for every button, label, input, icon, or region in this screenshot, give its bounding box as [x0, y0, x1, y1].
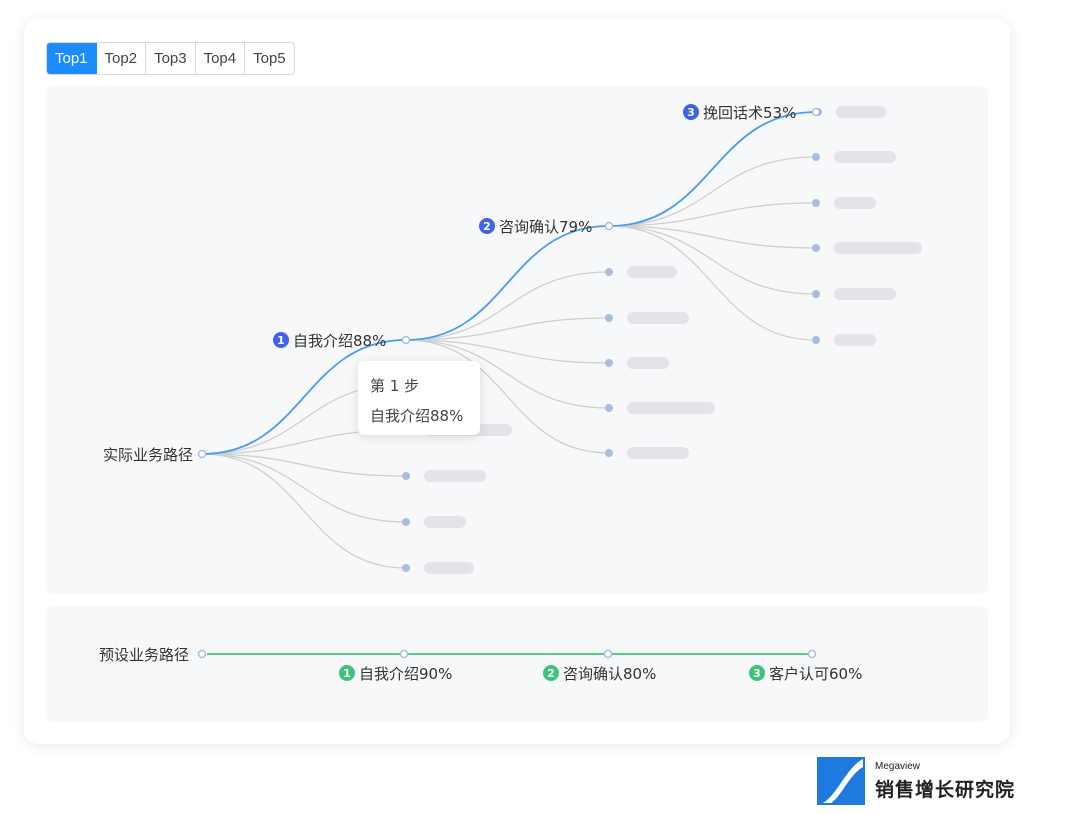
- path-tree-diagram: 实际业务路径 1 自我介绍88% 2 咨询确认79% 3 挽回话术53% 预设业…: [99, 104, 922, 683]
- step-1-label: 自我介绍88%: [293, 332, 386, 350]
- leaf-l2-2-dot[interactable]: [605, 314, 613, 322]
- leaf-l3-1-dot[interactable]: [812, 153, 820, 161]
- actual-root-node[interactable]: [197, 449, 207, 459]
- leaf-l2-2-placeholder: [627, 312, 689, 324]
- step-3-node[interactable]: [811, 107, 821, 117]
- step-2-label: 咨询确认79%: [499, 218, 592, 236]
- leaf-l2-5-placeholder: [627, 447, 689, 459]
- leaf-l2-3-dot[interactable]: [605, 359, 613, 367]
- branch-l1-5: [201, 453, 407, 569]
- leaf-l3-0-placeholder: [836, 106, 886, 118]
- leaf-l3-2-placeholder: [834, 197, 876, 209]
- step-1-node[interactable]: [401, 335, 411, 345]
- leaf-l2-3-placeholder: [627, 357, 669, 369]
- leaf-l3-4-placeholder: [834, 288, 896, 300]
- preset-step-1-node[interactable]: [399, 649, 409, 659]
- leaf-l3-3-placeholder: [834, 242, 922, 254]
- preset-badge-2-num: 2: [547, 667, 555, 680]
- highlight-segment-3: [608, 111, 817, 227]
- leaf-l1-5-dot[interactable]: [402, 564, 410, 572]
- leaf-l1-4-placeholder: [424, 516, 466, 528]
- step-tooltip: 第 1 步 自我介绍88%: [358, 361, 480, 435]
- leaf-l2-1-placeholder: [627, 266, 677, 278]
- preset-step-2-node[interactable]: [603, 649, 613, 659]
- tooltip-value: 自我介绍88%: [370, 407, 464, 425]
- tooltip-title: 第 1 步: [370, 377, 420, 395]
- leaf-l2-4-dot[interactable]: [605, 404, 613, 412]
- step-3-label: 挽回话术53%: [703, 104, 796, 122]
- leaf-l3-5-dot[interactable]: [812, 336, 820, 344]
- leaf-l2-5-dot[interactable]: [605, 449, 613, 457]
- leaf-l3-2-dot[interactable]: [812, 199, 820, 207]
- leaf-l1-4-dot[interactable]: [402, 518, 410, 526]
- preset-root-node[interactable]: [197, 649, 207, 659]
- step-badge-2-num: 2: [483, 220, 491, 233]
- leaf-l2-4-placeholder: [627, 402, 715, 414]
- leaf-l3-3-dot[interactable]: [812, 244, 820, 252]
- leaf-l3-1-placeholder: [834, 151, 896, 163]
- highlight-path: [201, 111, 817, 455]
- branch-l3-3: [608, 225, 817, 249]
- preset-step-3-node[interactable]: [807, 649, 817, 659]
- megaview-logo-icon: [817, 757, 865, 805]
- leaf-l1-3-placeholder: [424, 470, 486, 482]
- branch-l1-3: [201, 453, 407, 477]
- preset-step-1-label: 自我介绍90%: [359, 665, 452, 683]
- preset-step-2-label: 咨询确认80%: [563, 665, 656, 683]
- step-badge-1-num: 1: [277, 334, 285, 347]
- preset-root-label: 预设业务路径: [99, 646, 189, 664]
- branch-l3-1: [608, 156, 817, 227]
- preset-badge-1-num: 1: [343, 667, 351, 680]
- leaf-placeholders: [402, 106, 922, 574]
- leaf-l1-5-placeholder: [424, 562, 474, 574]
- leaf-l1-3-dot[interactable]: [402, 472, 410, 480]
- actual-root-label: 实际业务路径: [103, 446, 193, 464]
- logo-brand-small: Megaview: [875, 761, 921, 772]
- brand-logo: Megaview 销售增长研究院: [817, 757, 1017, 807]
- leaf-l2-1-dot[interactable]: [605, 268, 613, 276]
- logo-brand-title: 销售增长研究院: [875, 779, 1016, 801]
- highlight-segment-2: [405, 225, 610, 341]
- step-badge-3-num: 3: [687, 106, 695, 119]
- preset-badge-3-num: 3: [753, 667, 761, 680]
- preset-step-3-label: 客户认可60%: [769, 665, 862, 683]
- leaf-l3-4-dot[interactable]: [812, 290, 820, 298]
- step-2-node[interactable]: [604, 221, 614, 231]
- leaf-l3-5-placeholder: [834, 334, 876, 346]
